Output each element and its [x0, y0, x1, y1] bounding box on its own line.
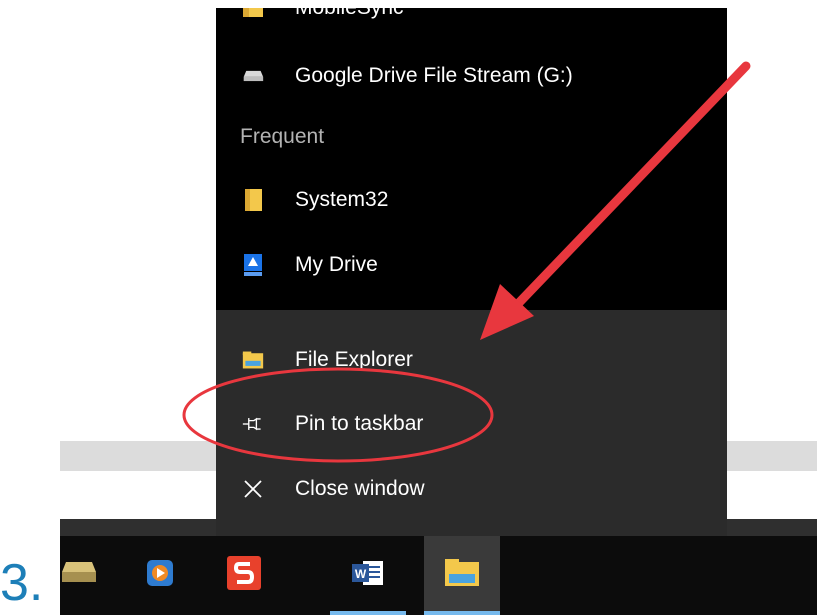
drive-icon	[242, 65, 264, 87]
action-label: Close window	[295, 477, 425, 500]
word-app-letter: W	[355, 567, 367, 581]
action-label: File Explorer	[295, 348, 413, 371]
taskbar-button-slides[interactable]	[206, 536, 282, 615]
step-number: 3.	[0, 554, 44, 612]
google-drive-icon	[242, 254, 264, 276]
jump-list-actions-section: File Explorer Pin to taskbar Close windo…	[216, 310, 727, 536]
action-file-explorer[interactable]: File Explorer	[216, 336, 727, 384]
folder-icon	[242, 189, 264, 211]
action-label: Pin to taskbar	[295, 412, 424, 435]
jump-list-item-my-drive[interactable]: My Drive	[216, 241, 727, 289]
frequent-section-header: Frequent	[240, 125, 325, 148]
jump-list-item-mobilesync[interactable]: MobileSync	[216, 8, 727, 32]
file-explorer-icon	[242, 349, 264, 371]
media-player-app-icon	[145, 558, 175, 593]
running-indicator	[424, 611, 500, 615]
taskbar-button-file-explorer[interactable]	[424, 536, 500, 615]
slides-app-icon	[226, 555, 262, 596]
screenshot-stage: MobileSync Google Drive File Stream (G:)…	[0, 0, 817, 615]
jump-list-item-label: System32	[295, 188, 389, 211]
taskbar-button-media-player[interactable]	[122, 536, 198, 615]
taskbar: W	[60, 536, 817, 615]
word-app-icon: W	[351, 558, 385, 593]
pin-icon	[242, 413, 264, 435]
jump-list-item-google-drive-stream[interactable]: Google Drive File Stream (G:)	[216, 52, 727, 100]
taskbar-button-drive[interactable]	[40, 536, 116, 615]
jump-list-item-label: MobileSync	[295, 8, 404, 20]
action-close-window[interactable]: Close window	[216, 465, 727, 513]
close-icon	[242, 478, 264, 500]
jump-list-item-system32[interactable]: System32	[216, 176, 727, 224]
action-pin-to-taskbar[interactable]: Pin to taskbar	[216, 400, 727, 448]
taskbar-button-word[interactable]: W	[330, 536, 406, 615]
jump-list-item-label: My Drive	[295, 253, 378, 276]
file-explorer-app-icon	[443, 558, 481, 593]
folder-icon	[242, 8, 264, 19]
jump-list-item-label: Google Drive File Stream (G:)	[295, 64, 573, 87]
hard-drive-app-icon	[58, 560, 98, 591]
jump-list-recent-section: MobileSync Google Drive File Stream (G:)…	[216, 8, 727, 310]
running-indicator	[330, 611, 406, 615]
